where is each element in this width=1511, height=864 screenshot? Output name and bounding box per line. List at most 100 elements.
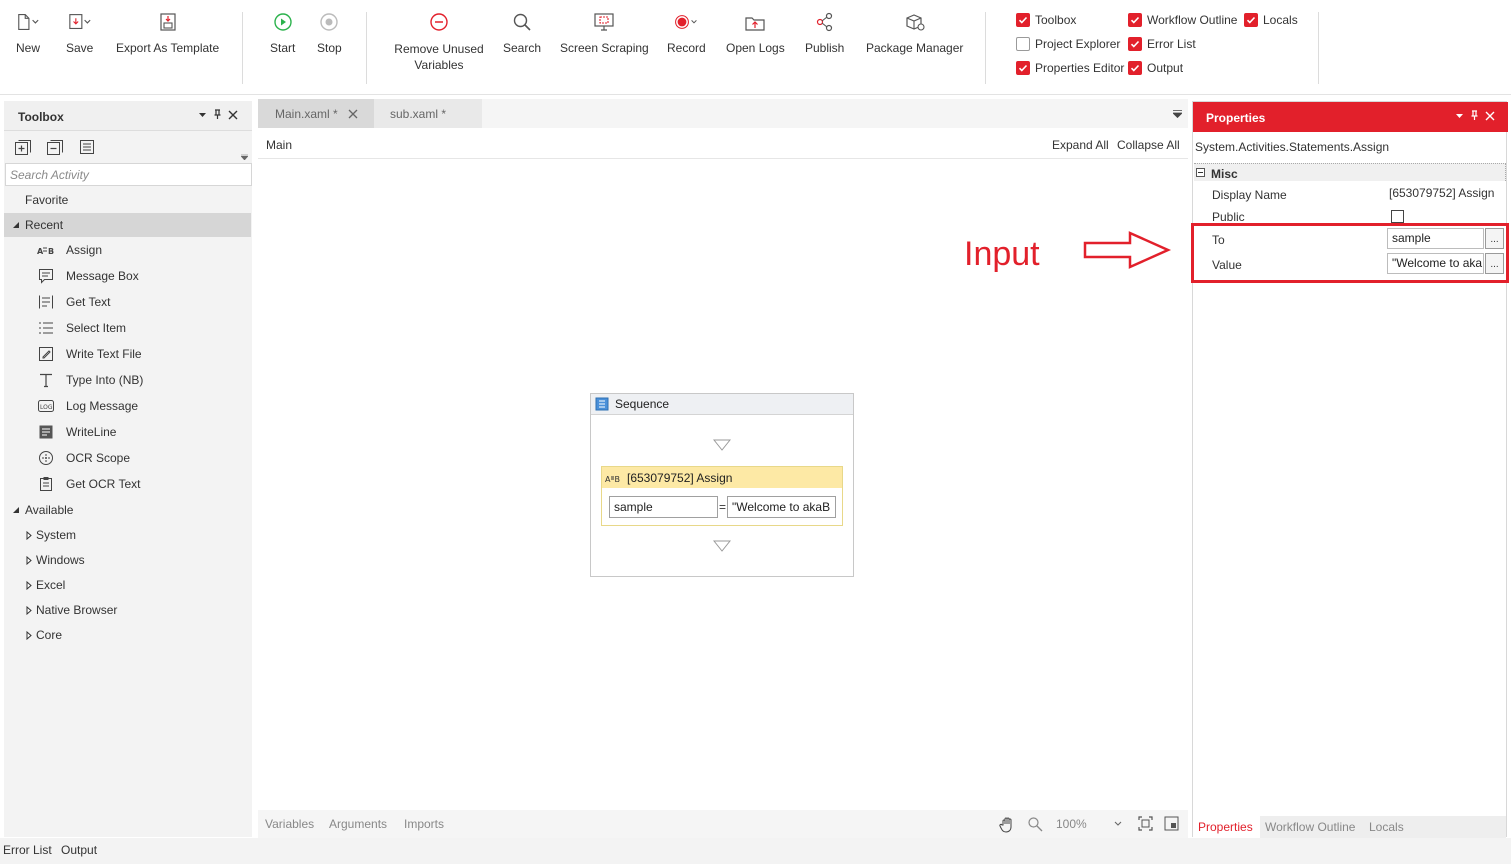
activity-log-message[interactable]: LOG Log Message — [4, 394, 251, 418]
project-explorer-pane-toggle[interactable]: Project Explorer — [1016, 37, 1120, 51]
screen-scraping-button[interactable]: Screen Scraping — [560, 10, 649, 56]
activity-select-item[interactable]: Select Item — [4, 316, 251, 340]
checkbox-checked-icon — [1128, 13, 1142, 27]
scroll-down-icon[interactable] — [241, 154, 248, 160]
export-template-button[interactable]: Export As Template — [116, 10, 219, 56]
svg-text:B: B — [48, 247, 54, 256]
property-value-input[interactable]: "Welcome to aka — [1387, 253, 1484, 274]
activity-get-ocr-text[interactable]: Get OCR Text — [4, 472, 251, 496]
properties-title: Properties — [1206, 111, 1266, 125]
public-checkbox[interactable] — [1391, 210, 1404, 223]
tab-workflow-outline[interactable]: Workflow Outline — [1265, 820, 1355, 834]
assign-header: AB [653079752] Assign — [602, 467, 842, 488]
search-icon — [510, 10, 534, 34]
pan-hand-icon[interactable] — [999, 816, 1016, 833]
checkbox-unchecked-icon — [1016, 37, 1030, 51]
close-tab-icon[interactable] — [348, 109, 358, 119]
close-icon[interactable] — [228, 110, 238, 120]
category-excel[interactable]: Excel — [4, 573, 251, 597]
new-button[interactable]: New — [16, 10, 40, 56]
pin-icon[interactable] — [1470, 110, 1479, 121]
assign-activity[interactable]: AB [653079752] Assign sample = "Welcome … — [601, 466, 843, 526]
designer-footer: Variables Arguments Imports 100% — [258, 810, 1188, 838]
checkbox-checked-icon — [1016, 61, 1030, 75]
list-view-icon[interactable] — [79, 139, 95, 155]
output-pane-toggle[interactable]: Output — [1128, 61, 1183, 75]
remove-unused-variables-button[interactable]: Remove Unused Variables — [391, 10, 487, 73]
tab-properties[interactable]: Properties — [1198, 820, 1253, 834]
toolbox-title: Toolbox — [18, 110, 64, 124]
tab-error-list[interactable]: Error List — [3, 843, 52, 857]
save-button[interactable]: Save — [66, 10, 93, 56]
properties-editor-pane-toggle[interactable]: Properties Editor — [1016, 61, 1124, 75]
expand-all-icon[interactable] — [14, 139, 32, 156]
toolbox-pane-toggle[interactable]: Toolbox — [1016, 13, 1076, 27]
overview-map-icon[interactable] — [1164, 816, 1179, 831]
collapsed-triangle-icon — [26, 555, 32, 565]
activity-type-into[interactable]: Type Into (NB) — [4, 368, 251, 392]
activity-ocr-scope[interactable]: OCR Scope — [4, 446, 251, 470]
breadcrumb[interactable]: Main — [266, 138, 292, 152]
sequence-activity[interactable]: Sequence AB [653079752] Assign sample = … — [590, 393, 854, 577]
property-to-ellipsis-button[interactable]: ... — [1485, 228, 1504, 249]
zoom-icon[interactable] — [1027, 816, 1043, 832]
properties-category-misc[interactable]: Misc — [1194, 163, 1506, 181]
activity-writeline[interactable]: WriteLine — [4, 420, 251, 444]
stop-button[interactable]: Stop — [317, 10, 342, 56]
properties-footer-tabs: Properties Workflow Outline Locals — [1193, 816, 1506, 838]
expand-all-link[interactable]: Expand All — [1052, 138, 1109, 152]
zoom-level[interactable]: 100% — [1056, 817, 1087, 831]
tab-main-xaml[interactable]: Main.xaml * — [258, 99, 374, 128]
toolbox-header: Toolbox — [4, 101, 252, 131]
category-windows[interactable]: Windows — [4, 548, 251, 572]
play-icon — [271, 10, 295, 34]
tab-sub-xaml[interactable]: sub.xaml * — [374, 99, 482, 128]
toolbox-favorite[interactable]: Favorite — [4, 188, 251, 212]
tab-overflow-icon[interactable] — [1173, 110, 1182, 118]
property-to-input[interactable]: sample — [1387, 228, 1484, 249]
assign-value-input[interactable]: "Welcome to akaB — [727, 496, 836, 518]
activity-message-box[interactable]: Message Box — [4, 264, 251, 288]
tab-output[interactable]: Output — [61, 843, 97, 857]
imports-tab[interactable]: Imports — [404, 817, 444, 831]
category-system[interactable]: System — [4, 523, 251, 547]
tab-locals[interactable]: Locals — [1369, 820, 1404, 834]
dropdown-arrow-icon[interactable] — [1455, 111, 1464, 120]
locals-pane-toggle[interactable]: Locals — [1244, 13, 1298, 27]
annotation-arrow-icon — [1083, 230, 1173, 270]
category-native-browser[interactable]: Native Browser — [4, 598, 251, 622]
ocr-scope-icon — [36, 448, 56, 468]
assign-to-input[interactable]: sample — [609, 496, 718, 518]
display-name-value[interactable]: [653079752] Assign — [1389, 186, 1494, 200]
open-logs-button[interactable]: Open Logs — [726, 10, 785, 56]
close-icon[interactable] — [1485, 111, 1495, 121]
collapse-all-link[interactable]: Collapse All — [1117, 138, 1180, 152]
arguments-tab[interactable]: Arguments — [329, 817, 387, 831]
toolbox-panel: Toolbox Search Activity Favorite Recent … — [4, 101, 252, 837]
error-list-pane-toggle[interactable]: Error List — [1128, 37, 1196, 51]
activity-write-text-file[interactable]: Write Text File — [4, 342, 251, 366]
start-button[interactable]: Start — [270, 10, 295, 56]
variables-tab[interactable]: Variables — [265, 817, 314, 831]
search-button[interactable]: Search — [503, 10, 541, 56]
collapse-category-icon[interactable] — [1196, 168, 1205, 177]
annotation-label: Input — [964, 235, 1040, 273]
search-activity-input[interactable]: Search Activity — [5, 163, 252, 186]
property-value-ellipsis-button[interactable]: ... — [1485, 253, 1504, 274]
toolbox-available[interactable]: Available — [4, 498, 251, 522]
category-core[interactable]: Core — [4, 623, 251, 647]
activity-assign[interactable]: AB Assign — [4, 238, 251, 262]
zoom-dropdown-icon[interactable] — [1114, 821, 1122, 827]
activity-get-text[interactable]: Get Text — [4, 290, 251, 314]
toolbox-recent[interactable]: Recent — [4, 213, 251, 237]
record-button[interactable]: Record — [667, 10, 706, 56]
package-manager-button[interactable]: Package Manager — [866, 10, 963, 56]
fit-to-screen-icon[interactable] — [1138, 816, 1153, 831]
save-icon — [68, 10, 92, 34]
dropdown-arrow-icon[interactable] — [198, 110, 207, 119]
pin-icon[interactable] — [213, 109, 222, 120]
workflow-outline-pane-toggle[interactable]: Workflow Outline — [1128, 13, 1237, 27]
publish-button[interactable]: Publish — [805, 10, 844, 56]
collapse-all-icon[interactable] — [46, 139, 64, 156]
message-box-icon — [36, 266, 56, 286]
